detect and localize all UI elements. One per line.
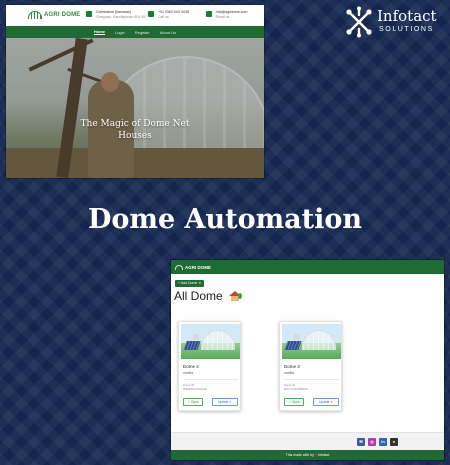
nav-login[interactable]: Login	[115, 30, 125, 35]
hero-image: The Magic of Dome Net Houses	[6, 38, 264, 178]
divider	[183, 379, 238, 380]
contact-subline: Cheyyaar, Kanchipuram 604 407	[96, 15, 147, 19]
controller-box-shape	[193, 334, 199, 340]
nav-home[interactable]: Home	[93, 29, 105, 35]
solar-panel-shape	[183, 341, 201, 350]
heart-icon: ♥	[314, 453, 317, 457]
brand-tagline: SOLUTIONS	[379, 26, 434, 33]
open-dome-button[interactable]: ↗ Open	[183, 398, 203, 406]
brand-logo: Infotact SOLUTIONS	[343, 6, 443, 38]
infotact-logo-icon	[346, 6, 372, 38]
dome-shape	[201, 330, 235, 350]
dome-card-image	[181, 324, 240, 359]
dome-card: Dome 3 vanilla Dome ID 9b1c7e42d05f8a3c …	[279, 321, 342, 411]
hero-title-line: Houses	[118, 131, 152, 141]
site-nav: Home Login Register About Us	[6, 26, 264, 38]
app-page-title: All Dome	[174, 289, 243, 303]
dome-card-subtitle: vanilla	[183, 371, 193, 375]
app-logo-text[interactable]: AGRI DOME	[185, 265, 211, 270]
credit-brand[interactable]: Infotact	[318, 453, 329, 457]
divider	[284, 379, 339, 380]
app-footer: ✉ ◎ in ●	[171, 432, 444, 450]
dome-shape	[302, 330, 336, 350]
app-page-title-text: All Dome	[174, 289, 223, 303]
site-logo[interactable]: AGRI DOME	[28, 11, 80, 19]
dome-card-image	[282, 324, 341, 359]
dome-card-name: Dome 2	[183, 364, 199, 369]
map-pin-icon	[86, 11, 92, 17]
app-credit-bar: This made with by ♥ Infotact	[171, 450, 444, 460]
credit-text: This made with by	[285, 453, 315, 457]
dome-card-meta: Dome ID 8f3a2b91c7d04e6a	[183, 383, 207, 391]
app-preview: AGRI DOME + Add Dome ✕ All Dome Dome 2 v…	[171, 260, 444, 460]
hero-overlay	[6, 38, 264, 178]
hero-title: The Magic of Dome Net Houses	[6, 118, 264, 142]
nav-about-us[interactable]: About Us	[160, 30, 176, 35]
contact-email: info@agridome.com Email us	[206, 10, 247, 20]
dome-card-name: Dome 3	[284, 364, 300, 369]
solar-panel-shape	[284, 341, 302, 350]
contact-phone: +91 9363 9XX 0038 Call us	[148, 10, 189, 20]
update-dome-button[interactable]: Update ✕	[212, 398, 238, 406]
site-header: AGRI DOME Coimbatore (Ilamaran) Cheyyaar…	[6, 5, 264, 26]
controller-box-shape	[294, 334, 300, 340]
house-icon	[229, 291, 243, 301]
mail-icon	[206, 11, 212, 17]
github-icon[interactable]: ●	[390, 438, 398, 446]
instagram-icon[interactable]: ◎	[368, 438, 376, 446]
nav-register[interactable]: Register	[135, 30, 150, 35]
hero-title-line: The Magic of Dome Net	[80, 119, 190, 129]
dome-logo-icon	[175, 264, 183, 270]
page-heading: Dome Automation	[87, 204, 363, 235]
dome-card-meta-value: 9b1c7e42d05f8a3c	[284, 387, 308, 391]
dome-card: Dome 2 vanilla Dome ID 8f3a2b91c7d04e6a …	[178, 321, 241, 411]
contact-address: Coimbatore (Ilamaran) Cheyyaar, Kanchipu…	[86, 10, 147, 20]
mail-icon[interactable]: ✉	[357, 438, 365, 446]
contact-subline: Call us	[158, 15, 169, 19]
add-dome-button[interactable]: + Add Dome ✕	[175, 280, 205, 287]
linkedin-icon[interactable]: in	[379, 438, 387, 446]
update-dome-button[interactable]: Update ✕	[313, 398, 339, 406]
dome-card-meta: Dome ID 9b1c7e42d05f8a3c	[284, 383, 308, 391]
site-logo-text: AGRI DOME	[44, 12, 81, 18]
dome-logo-icon	[28, 11, 42, 19]
phone-icon	[148, 11, 154, 17]
app-header: AGRI DOME	[171, 260, 444, 274]
open-dome-button[interactable]: ↗ Open	[284, 398, 304, 406]
dome-card-subtitle: vanilla	[284, 371, 294, 375]
contact-subline: Email us	[216, 15, 230, 19]
dome-card-meta-value: 8f3a2b91c7d04e6a	[183, 387, 207, 391]
website-preview: AGRI DOME Coimbatore (Ilamaran) Cheyyaar…	[6, 5, 264, 178]
brand-name: Infotact	[377, 7, 437, 25]
